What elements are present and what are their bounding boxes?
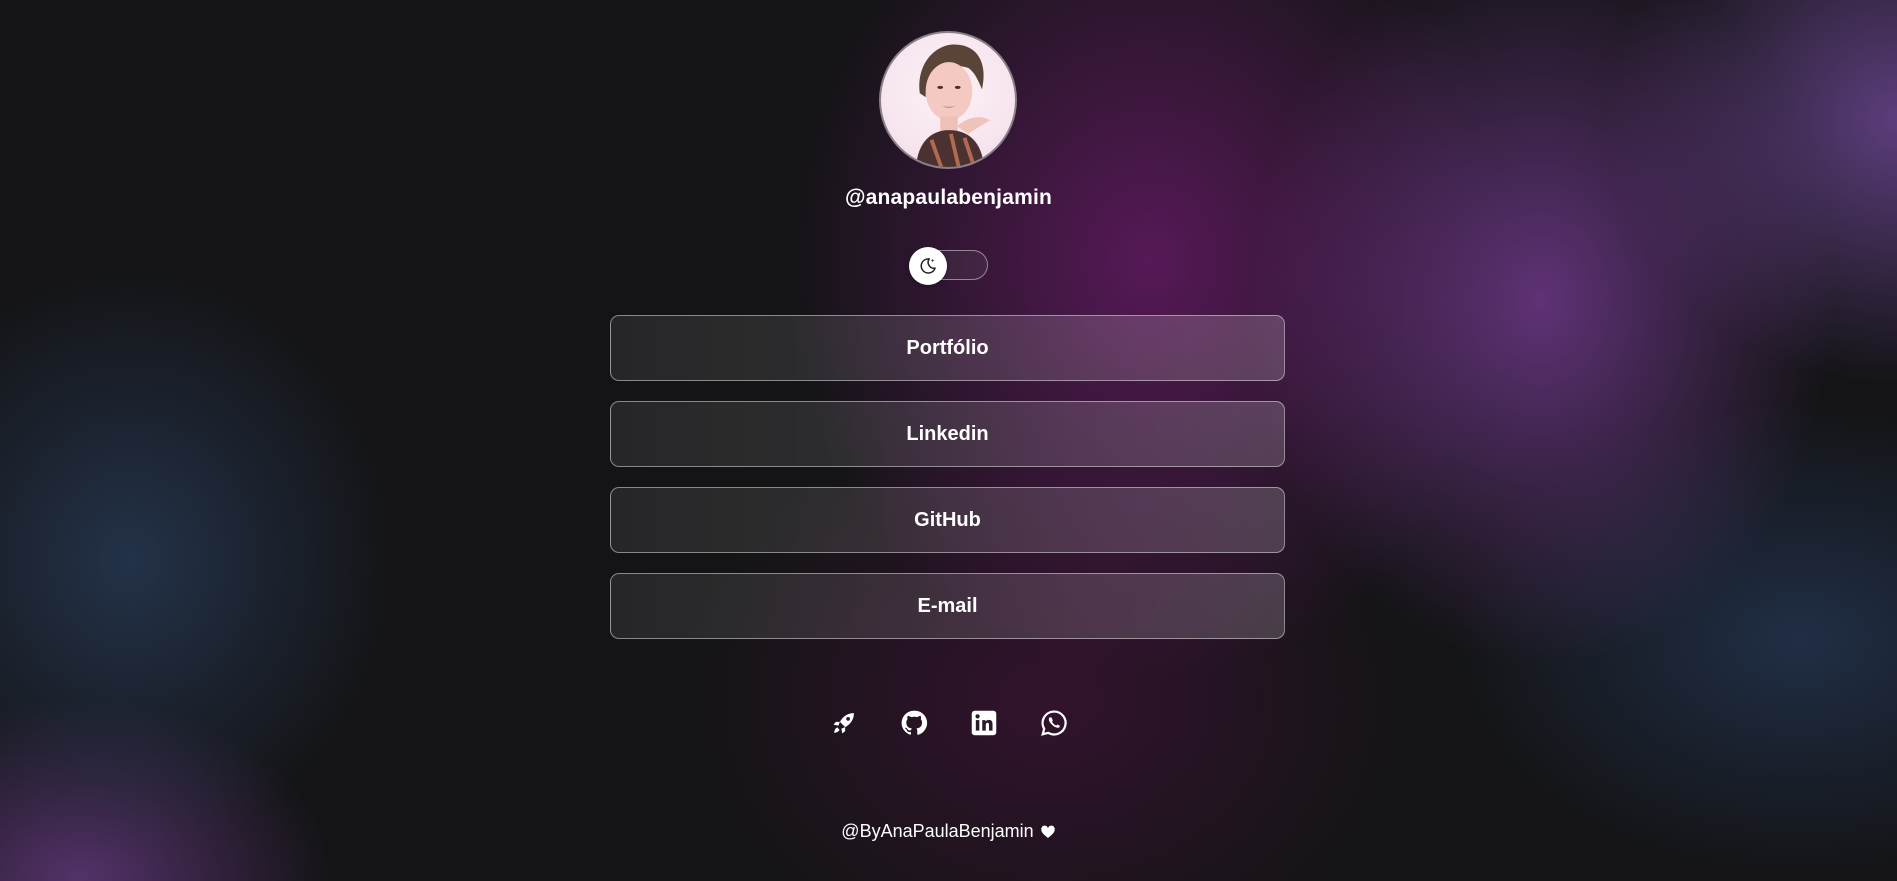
rocket-icon[interactable] [830, 709, 858, 737]
profile-avatar [879, 31, 1017, 169]
theme-toggle[interactable] [909, 247, 988, 285]
moon-stars-icon [920, 258, 936, 274]
linkedin-icon[interactable] [970, 709, 998, 737]
toggle-knob[interactable] [909, 247, 947, 285]
whatsapp-icon[interactable] [1040, 709, 1068, 737]
social-icons [0, 709, 1897, 737]
footer-credit[interactable]: @ByAnaPaulaBenjamin [841, 821, 1033, 842]
email-link-button[interactable]: E-mail [610, 573, 1285, 639]
linkedin-link-button[interactable]: Linkedin [610, 401, 1285, 467]
profile-photo [915, 44, 990, 167]
github-icon[interactable] [900, 709, 928, 737]
github-link-button[interactable]: GitHub [610, 487, 1285, 553]
heart-icon [1040, 824, 1056, 840]
profile-username: @anapaulabenjamin [844, 186, 1053, 209]
footer: @ByAnaPaulaBenjamin [0, 821, 1897, 842]
link-list: Portfólio Linkedin GitHub E-mail [610, 315, 1285, 659]
portfolio-link-button[interactable]: Portfólio [610, 315, 1285, 381]
